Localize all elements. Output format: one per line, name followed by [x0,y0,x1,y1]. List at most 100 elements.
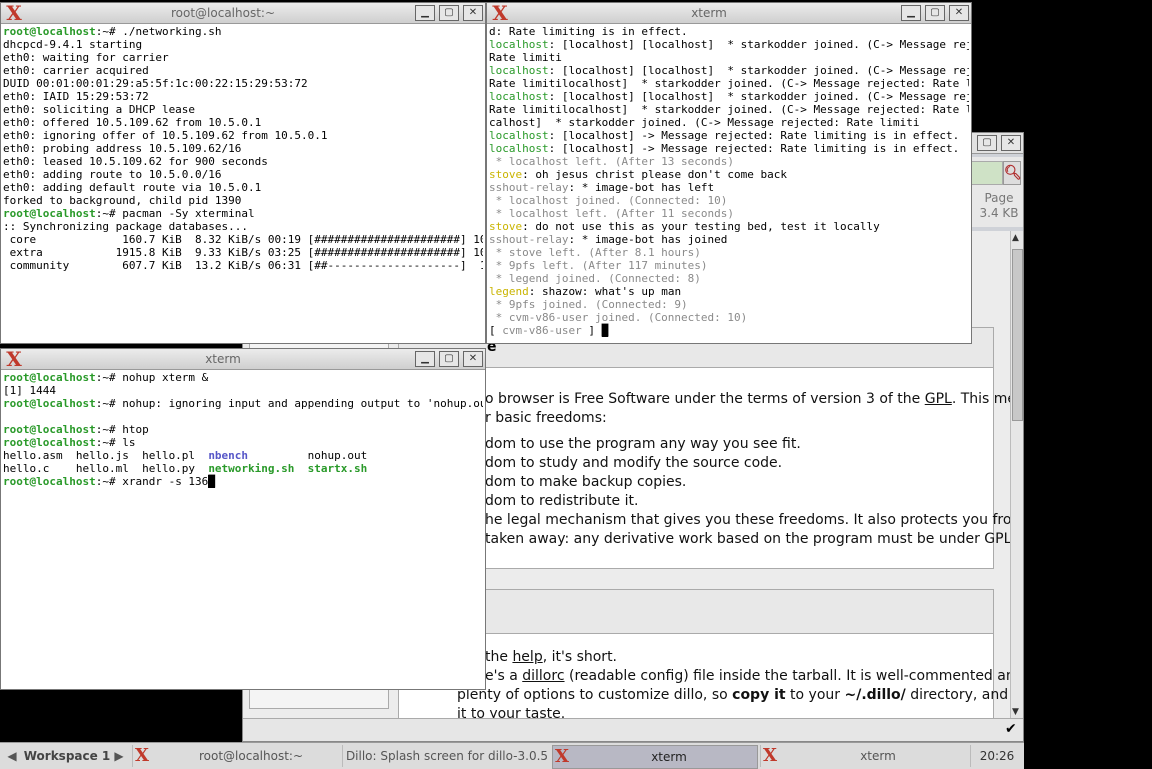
window-title: xterm [691,6,727,20]
terminal-text: :~# pacman -Sy xterminal [95,207,255,220]
workspace-next-button[interactable]: ▶ [112,745,126,767]
terminal-line: * 9pfs left. (After 117 minutes) [489,259,969,272]
terminal-text: eth0: adding default route via 10.5.0.1 [3,181,262,194]
terminal-text: Rate limiti [489,51,562,64]
minimize-button[interactable]: ▁ [901,5,921,21]
window-controls: ▁ ▢ ✕ [415,351,483,367]
terminal-text: : [localhost] [localhost] * starkodder j… [548,90,969,103]
help-line: directory, and modify [910,687,1013,703]
terminal-line: core 160.7 KiB 8.32 KiB/s 00:19 [#######… [3,233,483,246]
maximize-button[interactable]: ▢ [977,135,997,151]
terminal-text: :~# htop [95,423,149,436]
terminal-line: extra 1915.8 KiB 9.33 KiB/s 03:25 [#####… [3,246,483,259]
maximize-button[interactable]: ▢ [439,351,459,367]
terminal-text: stove [489,168,523,181]
maximize-button[interactable]: ▢ [439,5,459,21]
license-line: dom to use the program any way you see f… [485,436,801,452]
terminal-text: localhost [489,142,549,155]
taskbar: ◀ Workspace 1 ▶ X root@localhost:~ Dillo… [0,742,1024,769]
minimize-button[interactable]: ▁ [415,5,435,21]
terminal-line: localhost: [localhost] [localhost] * sta… [489,38,969,51]
terminal-text: root@localhost [3,423,96,436]
secure-check-icon[interactable]: ✔ [1005,721,1021,737]
terminal-text: * legend joined. (Connected: 8) [489,272,701,285]
terminal-line: eth0: probing address 10.5.109.62/16 [3,142,483,155]
help-heading-box [398,589,994,635]
license-line: o browser is Free Software under the ter… [485,391,925,407]
terminal-text: root@localhost [3,475,96,488]
terminal-line: eth0: leased 10.5.109.62 for 900 seconds [3,155,483,168]
terminal-line: root@localhost:~# htop [3,423,483,436]
titlebar: X xterm ▁ ▢ ✕ [1,349,485,370]
terminal-line: forked to background, child pid 1390 [3,194,483,207]
help-link[interactable]: help [512,649,542,665]
x-logo-icon[interactable]: X [3,3,25,23]
terminal-line: eth0: adding route to 10.5.0.0/16 [3,168,483,181]
license-line: he legal mechanism that gives you these … [485,512,1013,528]
scroll-up-icon[interactable]: ▲ [1012,233,1019,243]
terminal-line: eth0: soliciting a DHCP lease [3,103,483,116]
task-label: root@localhost:~ [198,749,304,763]
terminal-text: root@localhost [3,436,96,449]
terminal-text: : [localhost] [localhost] * starkodder j… [548,64,969,77]
task-root-terminal[interactable]: X root@localhost:~ [132,745,341,767]
minimize-button[interactable]: ▁ [415,351,435,367]
scroll-down-icon[interactable]: ▼ [1012,707,1019,717]
terminal-text: : shazow: what's up man [528,285,682,298]
terminal-output[interactable]: root@localhost:~# nohup xterm & [1] 1444 r… [3,371,483,687]
terminal-text: calhost] * starkodder joined. (C-> Messa… [489,116,920,129]
terminal-line: dhcpcd-9.4.1 starting [3,38,483,51]
x-logo-icon[interactable]: X [489,3,511,23]
terminal-line: DUID 00:01:00:01:29:a5:5f:1c:00:22:15:29… [3,77,483,90]
dillo-scrollbar[interactable]: ▲ ▼ [1010,231,1023,719]
terminal-output[interactable]: root@localhost:~# ./networking.sh dhcpcd-… [3,25,483,341]
x-logo-icon[interactable]: X [3,349,25,369]
terminal-text: eth0: carrier acquired [3,64,149,77]
close-button[interactable]: ✕ [463,351,483,367]
task-xterm[interactable]: X xterm [760,745,967,767]
terminal-text: dhcpcd-9.4.1 starting [3,38,143,51]
terminal-text: localhost [489,129,549,142]
terminal-text: :~# ls [95,436,136,449]
close-button[interactable]: ✕ [1001,135,1021,151]
x-logo-icon: X [135,745,149,766]
task-xterm-active[interactable]: X xterm [552,745,758,769]
terminal-text: : * image-bot has joined [568,233,728,246]
terminal-line: eth0: offered 10.5.109.62 from 10.5.0.1 [3,116,483,129]
terminal-line: Rate limitilocalhost] * starkodder joine… [489,103,969,116]
workspace-prev-button[interactable]: ◀ [4,745,20,767]
page-size-info: Page 3.4 KB [975,191,1023,221]
terminal-text: core 160.7 KiB 8.32 KiB/s 00:19 [#######… [3,233,483,246]
close-button[interactable]: ✕ [949,5,969,21]
dillorc-link[interactable]: dillorc [522,668,564,684]
terminal-line: root@localhost:~# nohup xterm & [3,371,483,384]
close-button[interactable]: ✕ [463,5,483,21]
terminal-line: localhost: [localhost] [localhost] * sta… [489,64,969,77]
gpl-link[interactable]: GPL [925,391,952,407]
maximize-button[interactable]: ▢ [925,5,945,21]
task-dillo[interactable]: Dillo: Splash screen for dillo-3.0.5 [342,745,551,767]
scrollbar-thumb[interactable] [1012,249,1023,421]
help-text: the help, it's short. e's a dillorc (rea… [485,648,1013,686]
terminal-text: : oh jesus christ please don't come back [522,168,788,181]
task-label: xterm [860,749,896,763]
url-field-end[interactable] [971,161,1003,185]
dillo-dir-text: ~/.dillo/ [844,687,906,703]
terminal-output[interactable]: d: Rate limiting is in effect. localhost:… [489,25,969,341]
terminal-line: * stove left. (After 8.1 hours) [489,246,969,259]
terminal-text: eth0: soliciting a DHCP lease [3,103,196,116]
terminal-text: eth0: ignoring offer of 10.5.109.62 from… [3,129,328,142]
terminal-text: : do not use this as your testing bed, t… [522,220,880,233]
terminal-text: root@localhost [3,207,96,220]
x-logo-icon: X [555,746,569,767]
page-label: Page [984,191,1014,205]
workspace-label[interactable]: Workspace 1 [22,745,112,767]
license-line: taken away: any derivative work based on… [485,531,1013,547]
terminal-text: █ [601,324,609,337]
terminal-text: :: Synchronizing package databases... [3,220,249,233]
help-line: plenty of options to customize dillo, so [457,687,733,703]
help-line: it to your taste. [457,706,566,719]
search-icon[interactable]: 🔍︎ [1003,161,1022,185]
